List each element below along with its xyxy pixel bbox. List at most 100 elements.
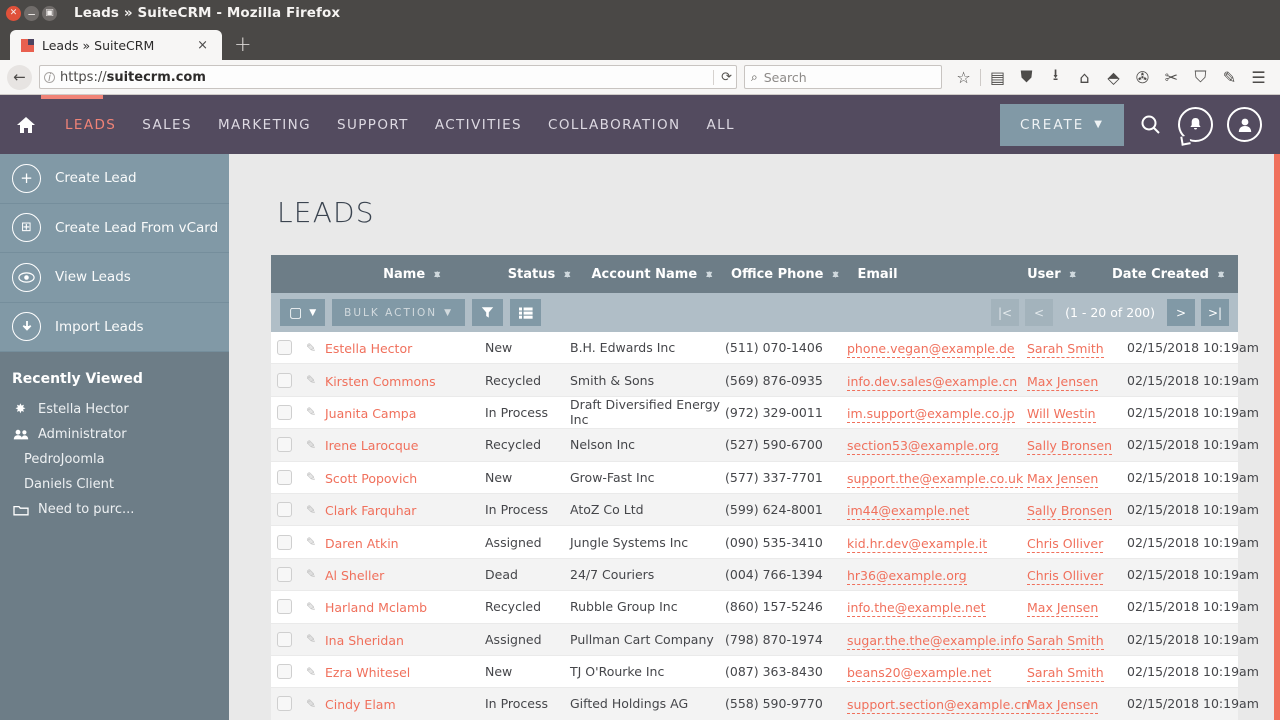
pagination-next-button[interactable]: > bbox=[1167, 299, 1195, 326]
row-checkbox[interactable] bbox=[276, 502, 292, 518]
pencil-edit-icon[interactable]: ✎ bbox=[306, 438, 316, 452]
table-row[interactable]: ✎ Juanita Campa In Process Draft Diversifie… bbox=[271, 396, 1259, 430]
nav-item-all[interactable]: ALL bbox=[693, 117, 747, 133]
row-checkbox[interactable] bbox=[276, 404, 292, 420]
recent-item-administrator[interactable]: Administrator bbox=[0, 422, 229, 447]
row-edit-cell[interactable]: ✎ bbox=[297, 503, 325, 517]
row-select-cell[interactable] bbox=[271, 469, 297, 485]
pagination-last-button[interactable]: >| bbox=[1201, 299, 1229, 326]
row-checkbox[interactable] bbox=[276, 469, 292, 485]
user-link[interactable]: Sarah Smith bbox=[1027, 632, 1104, 650]
nav-item-sales[interactable]: SALES bbox=[129, 117, 205, 133]
row-checkbox[interactable] bbox=[276, 372, 292, 388]
user-profile-icon[interactable] bbox=[1227, 107, 1262, 142]
row-edit-cell[interactable]: ✎ bbox=[297, 373, 325, 387]
create-button[interactable]: CREATE ▼ bbox=[999, 103, 1124, 146]
column-header-account-name[interactable]: Account Name ▲ ▼ bbox=[580, 267, 725, 282]
window-minimize-button[interactable]: ⚊ bbox=[24, 5, 39, 21]
email-link[interactable]: beans20@example.net bbox=[847, 665, 992, 683]
nav-item-leads[interactable]: LEADS bbox=[52, 117, 129, 133]
column-header-office-phone[interactable]: Office Phone ▲ ▼ bbox=[724, 267, 845, 282]
lead-name-link[interactable]: Harland Mclamb bbox=[325, 600, 427, 615]
lead-name-link[interactable]: Al Sheller bbox=[325, 568, 384, 583]
back-button[interactable]: ← bbox=[7, 64, 32, 90]
row-edit-cell[interactable]: ✎ bbox=[297, 600, 325, 614]
table-row[interactable]: ✎ Irene Larocque Recycled Nelson Inc (527) 5… bbox=[271, 429, 1259, 462]
email-link[interactable]: hr36@example.org bbox=[847, 567, 967, 585]
sort-icon[interactable]: ▲ ▼ bbox=[1070, 269, 1076, 278]
user-link[interactable]: Sally Bronsen bbox=[1027, 438, 1113, 456]
select-all-dropdown[interactable]: ▢ ▼ bbox=[280, 299, 326, 326]
pencil-edit-icon[interactable]: ✎ bbox=[306, 470, 316, 484]
table-row[interactable]: ✎ Cindy Elam In Process Gifted Holdings AG (… bbox=[271, 688, 1259, 720]
pencil-edit-icon[interactable]: ✎ bbox=[306, 503, 316, 517]
table-row[interactable]: ✎ Ezra Whitesel New TJ O'Rourke Inc (087) 36… bbox=[271, 655, 1259, 689]
pencil-edit-icon[interactable]: ✎ bbox=[306, 373, 316, 387]
recent-item-daniels-client[interactable]: Daniels Client bbox=[0, 472, 229, 497]
lead-name-link[interactable]: Scott Popovich bbox=[325, 471, 417, 486]
row-select-cell[interactable] bbox=[271, 372, 297, 388]
crm-home-icon[interactable] bbox=[12, 115, 40, 135]
row-select-cell[interactable] bbox=[271, 599, 297, 615]
lead-name-link[interactable]: Ezra Whitesel bbox=[325, 665, 410, 680]
url-bar[interactable]: i https://suitecrm.com ⟳ bbox=[39, 65, 737, 89]
row-edit-cell[interactable]: ✎ bbox=[297, 405, 325, 419]
email-link[interactable]: phone.vegan@example.de bbox=[847, 341, 1015, 359]
tab-close-icon[interactable]: × bbox=[191, 38, 214, 53]
row-edit-cell[interactable]: ✎ bbox=[297, 632, 325, 646]
filter-button[interactable] bbox=[472, 299, 503, 326]
column-header-date-created[interactable]: Date Created ▲ ▼ bbox=[1098, 267, 1238, 282]
email-link[interactable]: support.the@example.co.uk bbox=[847, 470, 1024, 488]
pagination-first-button[interactable]: |< bbox=[991, 299, 1020, 326]
lead-name-link[interactable]: Clark Farquhar bbox=[325, 503, 416, 518]
email-link[interactable]: sugar.the.the@example.info bbox=[847, 632, 1024, 650]
email-link[interactable]: info.the@example.net bbox=[847, 600, 986, 618]
user-link[interactable]: Max Jensen bbox=[1027, 373, 1099, 391]
table-row[interactable]: ✎ Al Sheller Dead 24/7 Couriers (004) 766-13… bbox=[271, 558, 1259, 592]
downloads-icon[interactable]: ⭳ bbox=[1041, 64, 1070, 90]
bulk-action-dropdown[interactable]: BULK ACTION ▼ bbox=[332, 299, 465, 326]
email-link[interactable]: section53@example.org bbox=[847, 438, 999, 456]
pencil-edit-icon[interactable]: ✎ bbox=[306, 341, 316, 355]
globe-icon[interactable]: ✇ bbox=[1128, 64, 1157, 90]
row-edit-cell[interactable]: ✎ bbox=[297, 665, 325, 679]
pocket-icon[interactable]: ⛊ bbox=[1012, 64, 1041, 90]
user-link[interactable]: Will Westin bbox=[1027, 405, 1096, 423]
sync-icon[interactable]: ⬘ bbox=[1099, 64, 1128, 90]
row-edit-cell[interactable]: ✎ bbox=[297, 567, 325, 581]
pencil-edit-icon[interactable]: ✎ bbox=[306, 697, 316, 711]
pencil-edit-icon[interactable]: ✎ bbox=[306, 665, 316, 679]
row-edit-cell[interactable]: ✎ bbox=[297, 470, 325, 484]
lead-name-link[interactable]: Ina Sheridan bbox=[325, 633, 404, 648]
table-row[interactable]: ✎ Clark Farquhar In Process AtoZ Co Ltd (599… bbox=[271, 493, 1259, 527]
table-row[interactable]: ✎ Ina Sheridan Assigned Pullman Cart Compan… bbox=[271, 623, 1259, 656]
recent-item-need-to-purchase[interactable]: Need to purc... bbox=[0, 497, 229, 522]
row-checkbox[interactable] bbox=[276, 664, 292, 680]
lead-name-link[interactable]: Kirsten Commons bbox=[325, 374, 436, 389]
row-checkbox[interactable] bbox=[276, 566, 292, 582]
row-checkbox[interactable] bbox=[276, 631, 292, 647]
row-edit-cell[interactable]: ✎ bbox=[297, 535, 325, 549]
page-scrollbar[interactable] bbox=[1274, 154, 1280, 720]
reload-icon[interactable]: ⟳ bbox=[713, 69, 732, 85]
row-edit-cell[interactable]: ✎ bbox=[297, 697, 325, 711]
row-select-cell[interactable] bbox=[271, 502, 297, 518]
sort-icon[interactable]: ▲ ▼ bbox=[434, 269, 440, 278]
email-link[interactable]: im.support@example.co.jp bbox=[847, 405, 1015, 423]
new-tab-button[interactable]: + bbox=[234, 32, 252, 56]
row-select-cell[interactable] bbox=[271, 631, 297, 647]
row-checkbox[interactable] bbox=[276, 534, 292, 550]
sort-icon[interactable]: ▲ ▼ bbox=[1218, 269, 1224, 278]
row-select-cell[interactable] bbox=[271, 534, 297, 550]
lead-name-link[interactable]: Daren Atkin bbox=[325, 536, 399, 551]
row-select-cell[interactable] bbox=[271, 404, 297, 420]
user-link[interactable]: Max Jensen bbox=[1027, 470, 1099, 488]
reader-list-icon[interactable]: ▤ bbox=[983, 64, 1012, 90]
user-link[interactable]: Max Jensen bbox=[1027, 697, 1099, 715]
table-row[interactable]: ✎ Kirsten Commons Recycled Smith & Sons (569… bbox=[271, 364, 1259, 397]
sidebar-item-create-lead[interactable]: + Create Lead bbox=[0, 154, 229, 204]
lead-name-link[interactable]: Juanita Campa bbox=[325, 406, 416, 421]
row-select-cell[interactable] bbox=[271, 437, 297, 453]
pencil-edit-icon[interactable]: ✎ bbox=[306, 567, 316, 581]
user-link[interactable]: Chris Olliver bbox=[1027, 567, 1104, 585]
